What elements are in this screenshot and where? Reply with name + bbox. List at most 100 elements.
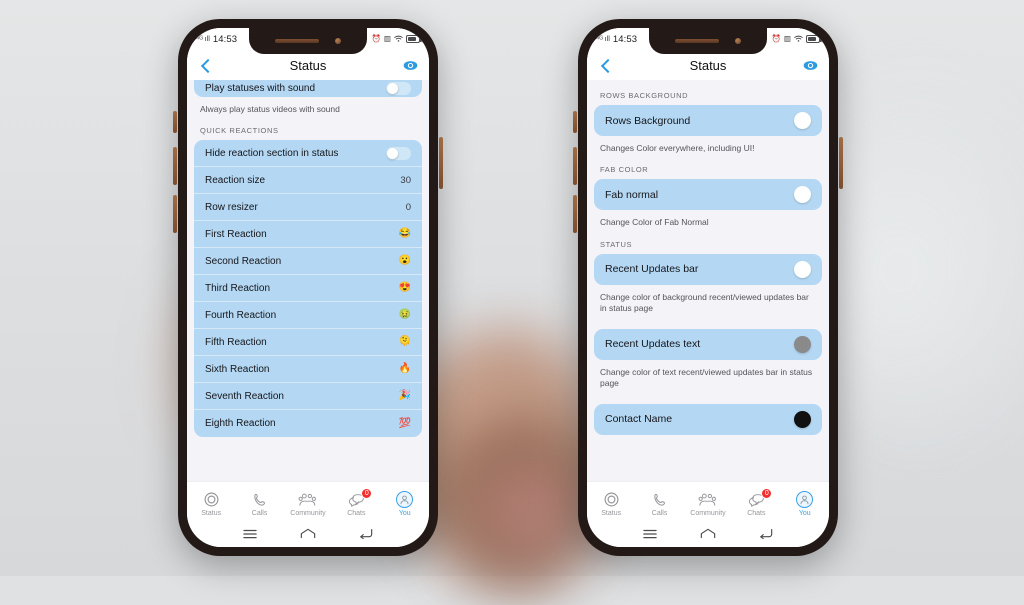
wifi-icon [794,35,803,44]
row-label: Third Reaction [205,282,271,294]
color-swatch-fab-normal[interactable] [794,186,811,204]
description-recent-updates-text: Change color of text recent/viewed updat… [600,366,813,389]
recents-icon[interactable] [242,528,258,540]
row-recent-updates-bar[interactable]: Recent Updates bar [594,254,822,285]
row-sixth-reaction[interactable]: Sixth Reaction 🔥 [194,356,422,384]
row-recent-updates-text[interactable]: Recent Updates text [594,329,822,360]
nav-item-you[interactable]: You [784,490,826,517]
nav-item-community[interactable]: Community [287,491,329,517]
emoji-sixth-reaction: 🔥 [398,363,411,375]
row-third-reaction[interactable]: Third Reaction 😍 [194,275,422,303]
row-play-statuses-with-sound[interactable]: Play statuses with sound [194,80,422,97]
alarm-icon: ⏰ [771,34,781,44]
row-label: Fourth Reaction [205,309,277,321]
emoji-fifth-reaction: 🫠 [398,336,411,348]
toggle-play-statuses-with-sound[interactable] [386,82,411,95]
row-eighth-reaction[interactable]: Eighth Reaction 💯 [194,410,422,437]
nav-item-status[interactable]: Status [590,491,632,517]
page-title: Status [689,57,727,73]
row-label: Fifth Reaction [205,336,267,348]
volume-down-button[interactable] [173,147,177,185]
status-bar: ⁴ᴳ ıll 14:53 ⏰ ▥ [187,28,429,54]
chats-unread-badge: 0 [761,487,773,499]
emoji-seventh-reaction: 🎉 [398,390,411,402]
volume-down-button[interactable] [573,147,577,185]
android-back-icon[interactable] [358,528,374,540]
bottom-navigation[interactable]: Status Calls Community Chats 0 You [187,481,429,523]
row-contact-name[interactable]: Contact Name [594,404,822,435]
row-label: Seventh Reaction [205,390,284,402]
row-rows-background[interactable]: Rows Background [594,105,822,136]
row-first-reaction[interactable]: First Reaction 😂 [194,221,422,249]
color-swatch-recent-updates-bar[interactable] [794,260,811,278]
row-hide-reaction-section[interactable]: Hide reaction section in status [194,140,422,168]
alarm-icon: ⏰ [371,34,381,44]
description-rows-background: Changes Color everywhere, including UI! [600,143,755,153]
toggle-hide-reaction-section[interactable] [386,146,411,160]
android-gesture-bar[interactable] [187,523,429,547]
phone-icon [252,491,268,508]
power-button[interactable] [439,137,443,189]
nav-label: Chats [747,509,766,517]
card-fab-normal: Fab normal [594,179,822,211]
row-label: Rows Background [605,114,691,127]
nav-item-chats[interactable]: Chats 0 [335,487,377,517]
row-label: Play statuses with sound [205,83,316,94]
row-row-resizer[interactable]: Row resizer 0 [194,194,422,222]
row-seventh-reaction[interactable]: Seventh Reaction 🎉 [194,383,422,411]
bottom-navigation[interactable]: Status Calls Community Chats 0 You [587,481,829,523]
status-bar-clock: 14:53 [212,33,238,45]
nav-label: Status [601,509,622,517]
android-gesture-bar[interactable] [587,523,829,547]
color-swatch-recent-updates-text[interactable] [794,335,811,353]
silent-switch-button[interactable] [173,195,177,233]
card-quick-reactions: Hide reaction section in status Reaction… [194,140,422,438]
nav-item-chats[interactable]: Chats 0 [735,487,777,517]
home-icon[interactable] [700,528,716,540]
row-fab-normal[interactable]: Fab normal [594,179,822,210]
battery-icon [406,35,422,43]
nav-item-calls[interactable]: Calls [639,491,681,517]
volume-up-button[interactable] [573,111,577,133]
emoji-second-reaction: 😮 [398,255,411,267]
battery-icon [806,35,822,43]
row-label: Hide reaction section in status [205,147,339,159]
nav-item-calls[interactable]: Calls [239,491,281,517]
row-fifth-reaction[interactable]: Fifth Reaction 🫠 [194,329,422,357]
section-label-status: STATUS [600,239,633,249]
row-label: Recent Updates text [605,338,701,351]
nav-item-you[interactable]: You [384,490,426,517]
row-reaction-size[interactable]: Reaction size 30 [194,167,422,195]
back-chevron-icon[interactable] [198,57,214,73]
settings-list-left[interactable]: Play statuses with sound Always play sta… [187,80,429,481]
earpiece-speaker [275,38,319,44]
color-swatch-rows-background[interactable] [794,112,811,129]
row-second-reaction[interactable]: Second Reaction 😮 [194,248,422,276]
eye-icon[interactable] [803,58,818,73]
status-bar-left: ⁴ᴳ ıll 14:53 [596,34,637,45]
home-icon[interactable] [300,528,316,540]
status-bar-right: ⏰ ▥ [771,34,822,44]
row-fourth-reaction[interactable]: Fourth Reaction 🤢 [194,302,422,330]
status-ring-icon [203,491,220,508]
eye-icon[interactable] [403,58,418,73]
avatar-icon [796,490,814,508]
front-camera [335,38,341,44]
settings-list-right[interactable]: ROWS BACKGROUND Rows Background Changes … [587,80,829,481]
row-label: Fab normal [605,188,659,201]
nav-item-status[interactable]: Status [190,491,232,517]
recents-icon[interactable] [642,528,658,540]
section-label-fab-color: FAB COLOR [600,165,649,175]
status-ring-icon [603,491,620,508]
back-chevron-icon[interactable] [598,57,614,73]
power-button[interactable] [839,137,843,189]
phone-screen-left: ⁴ᴳ ıll 14:53 ⏰ ▥ Status Play statuses wi… [187,28,429,547]
silent-switch-button[interactable] [573,195,577,233]
nav-item-community[interactable]: Community [687,491,729,517]
volume-up-button[interactable] [173,111,177,133]
nav-label: You [398,509,411,517]
page-title: Status [289,57,327,73]
android-back-icon[interactable] [758,528,774,540]
color-swatch-contact-name[interactable] [794,410,811,428]
